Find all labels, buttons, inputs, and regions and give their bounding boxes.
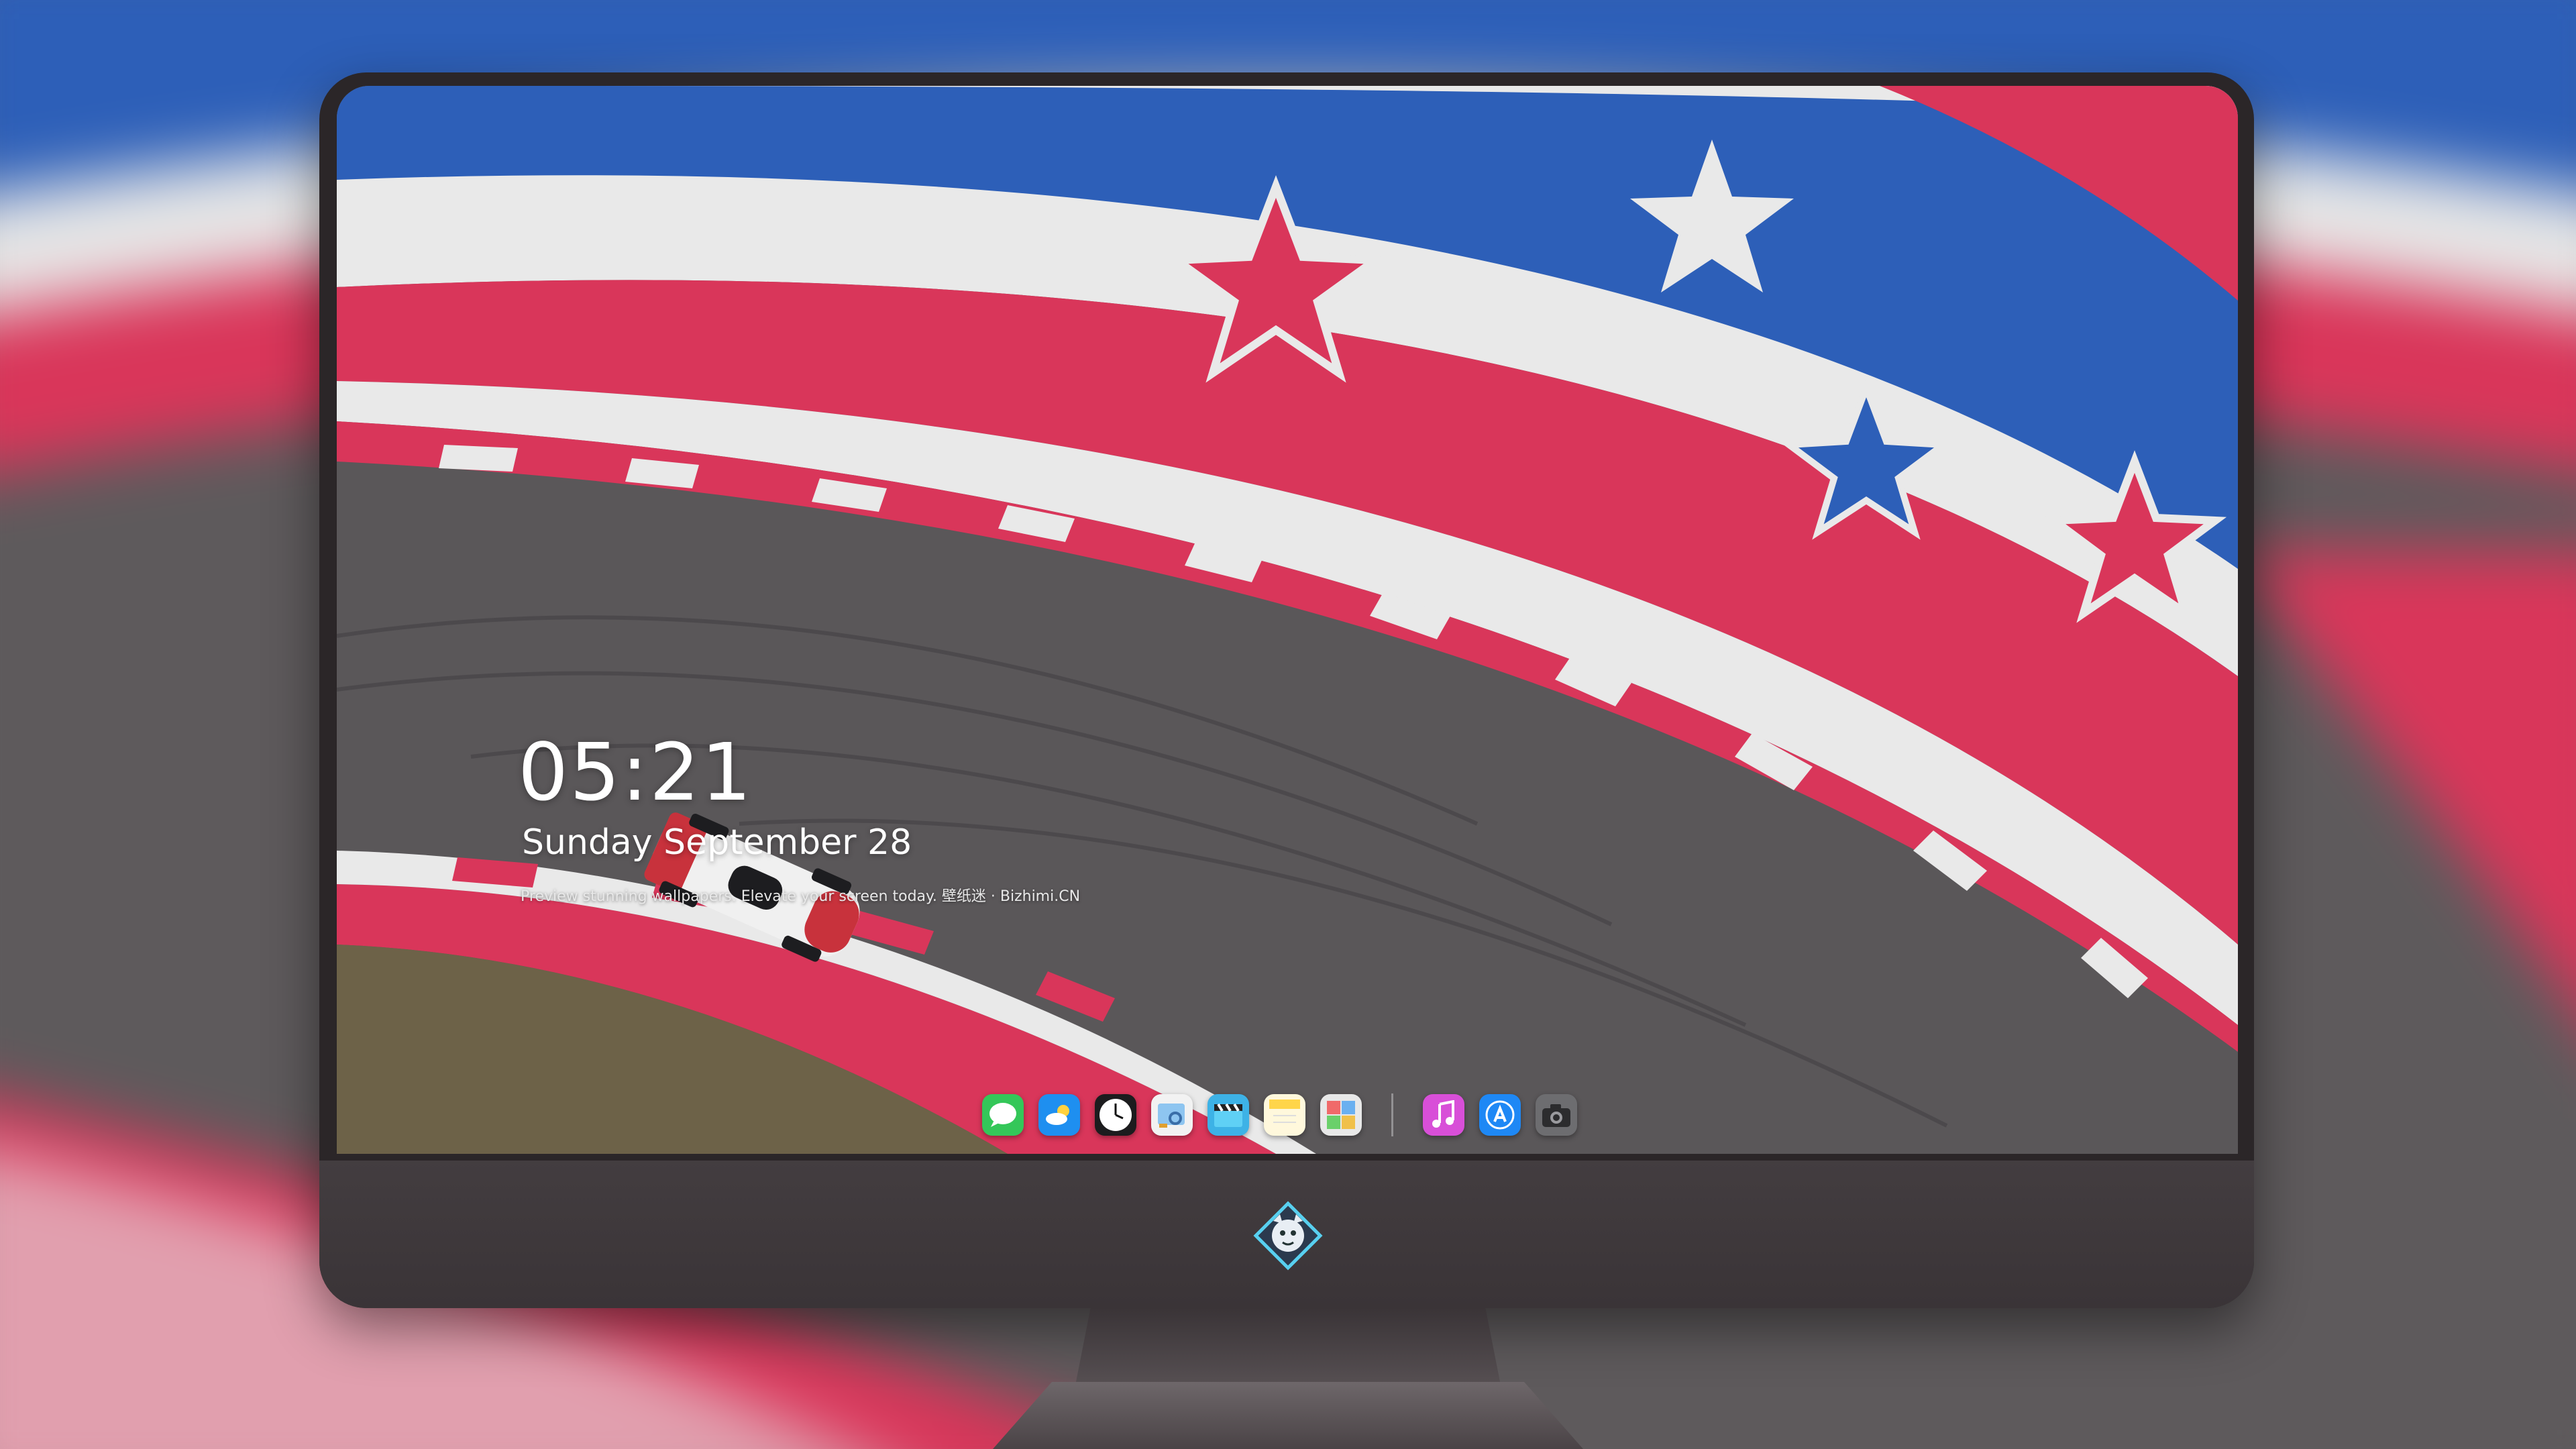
clock-icon[interactable] (1095, 1094, 1136, 1136)
desktop-stage: 05:21 Sunday September 28 Preview stunni… (0, 0, 2576, 1449)
weather-icon[interactable] (1038, 1094, 1080, 1136)
messages-icon[interactable] (982, 1094, 1024, 1136)
preview-icon[interactable] (1151, 1094, 1193, 1136)
wallpaper (337, 86, 2238, 1154)
screen (337, 86, 2238, 1154)
lockscreen-time: 05:21 (518, 726, 753, 818)
notes-icon[interactable] (1264, 1094, 1305, 1136)
clapperboard-icon[interactable] (1208, 1094, 1249, 1136)
brand-logo-icon (1253, 1201, 1323, 1271)
lockscreen-tagline: Preview stunning wallpapers. Elevate you… (521, 888, 1081, 905)
camera-icon[interactable] (1536, 1094, 1577, 1136)
photo-booth-icon[interactable] (1320, 1094, 1362, 1136)
music-icon[interactable] (1423, 1094, 1464, 1136)
monitor-stand-base (993, 1382, 1583, 1449)
lockscreen-date: Sunday September 28 (522, 822, 912, 863)
dock (970, 1081, 1577, 1148)
app-store-icon[interactable] (1479, 1094, 1521, 1136)
dock-separator (1391, 1093, 1393, 1136)
